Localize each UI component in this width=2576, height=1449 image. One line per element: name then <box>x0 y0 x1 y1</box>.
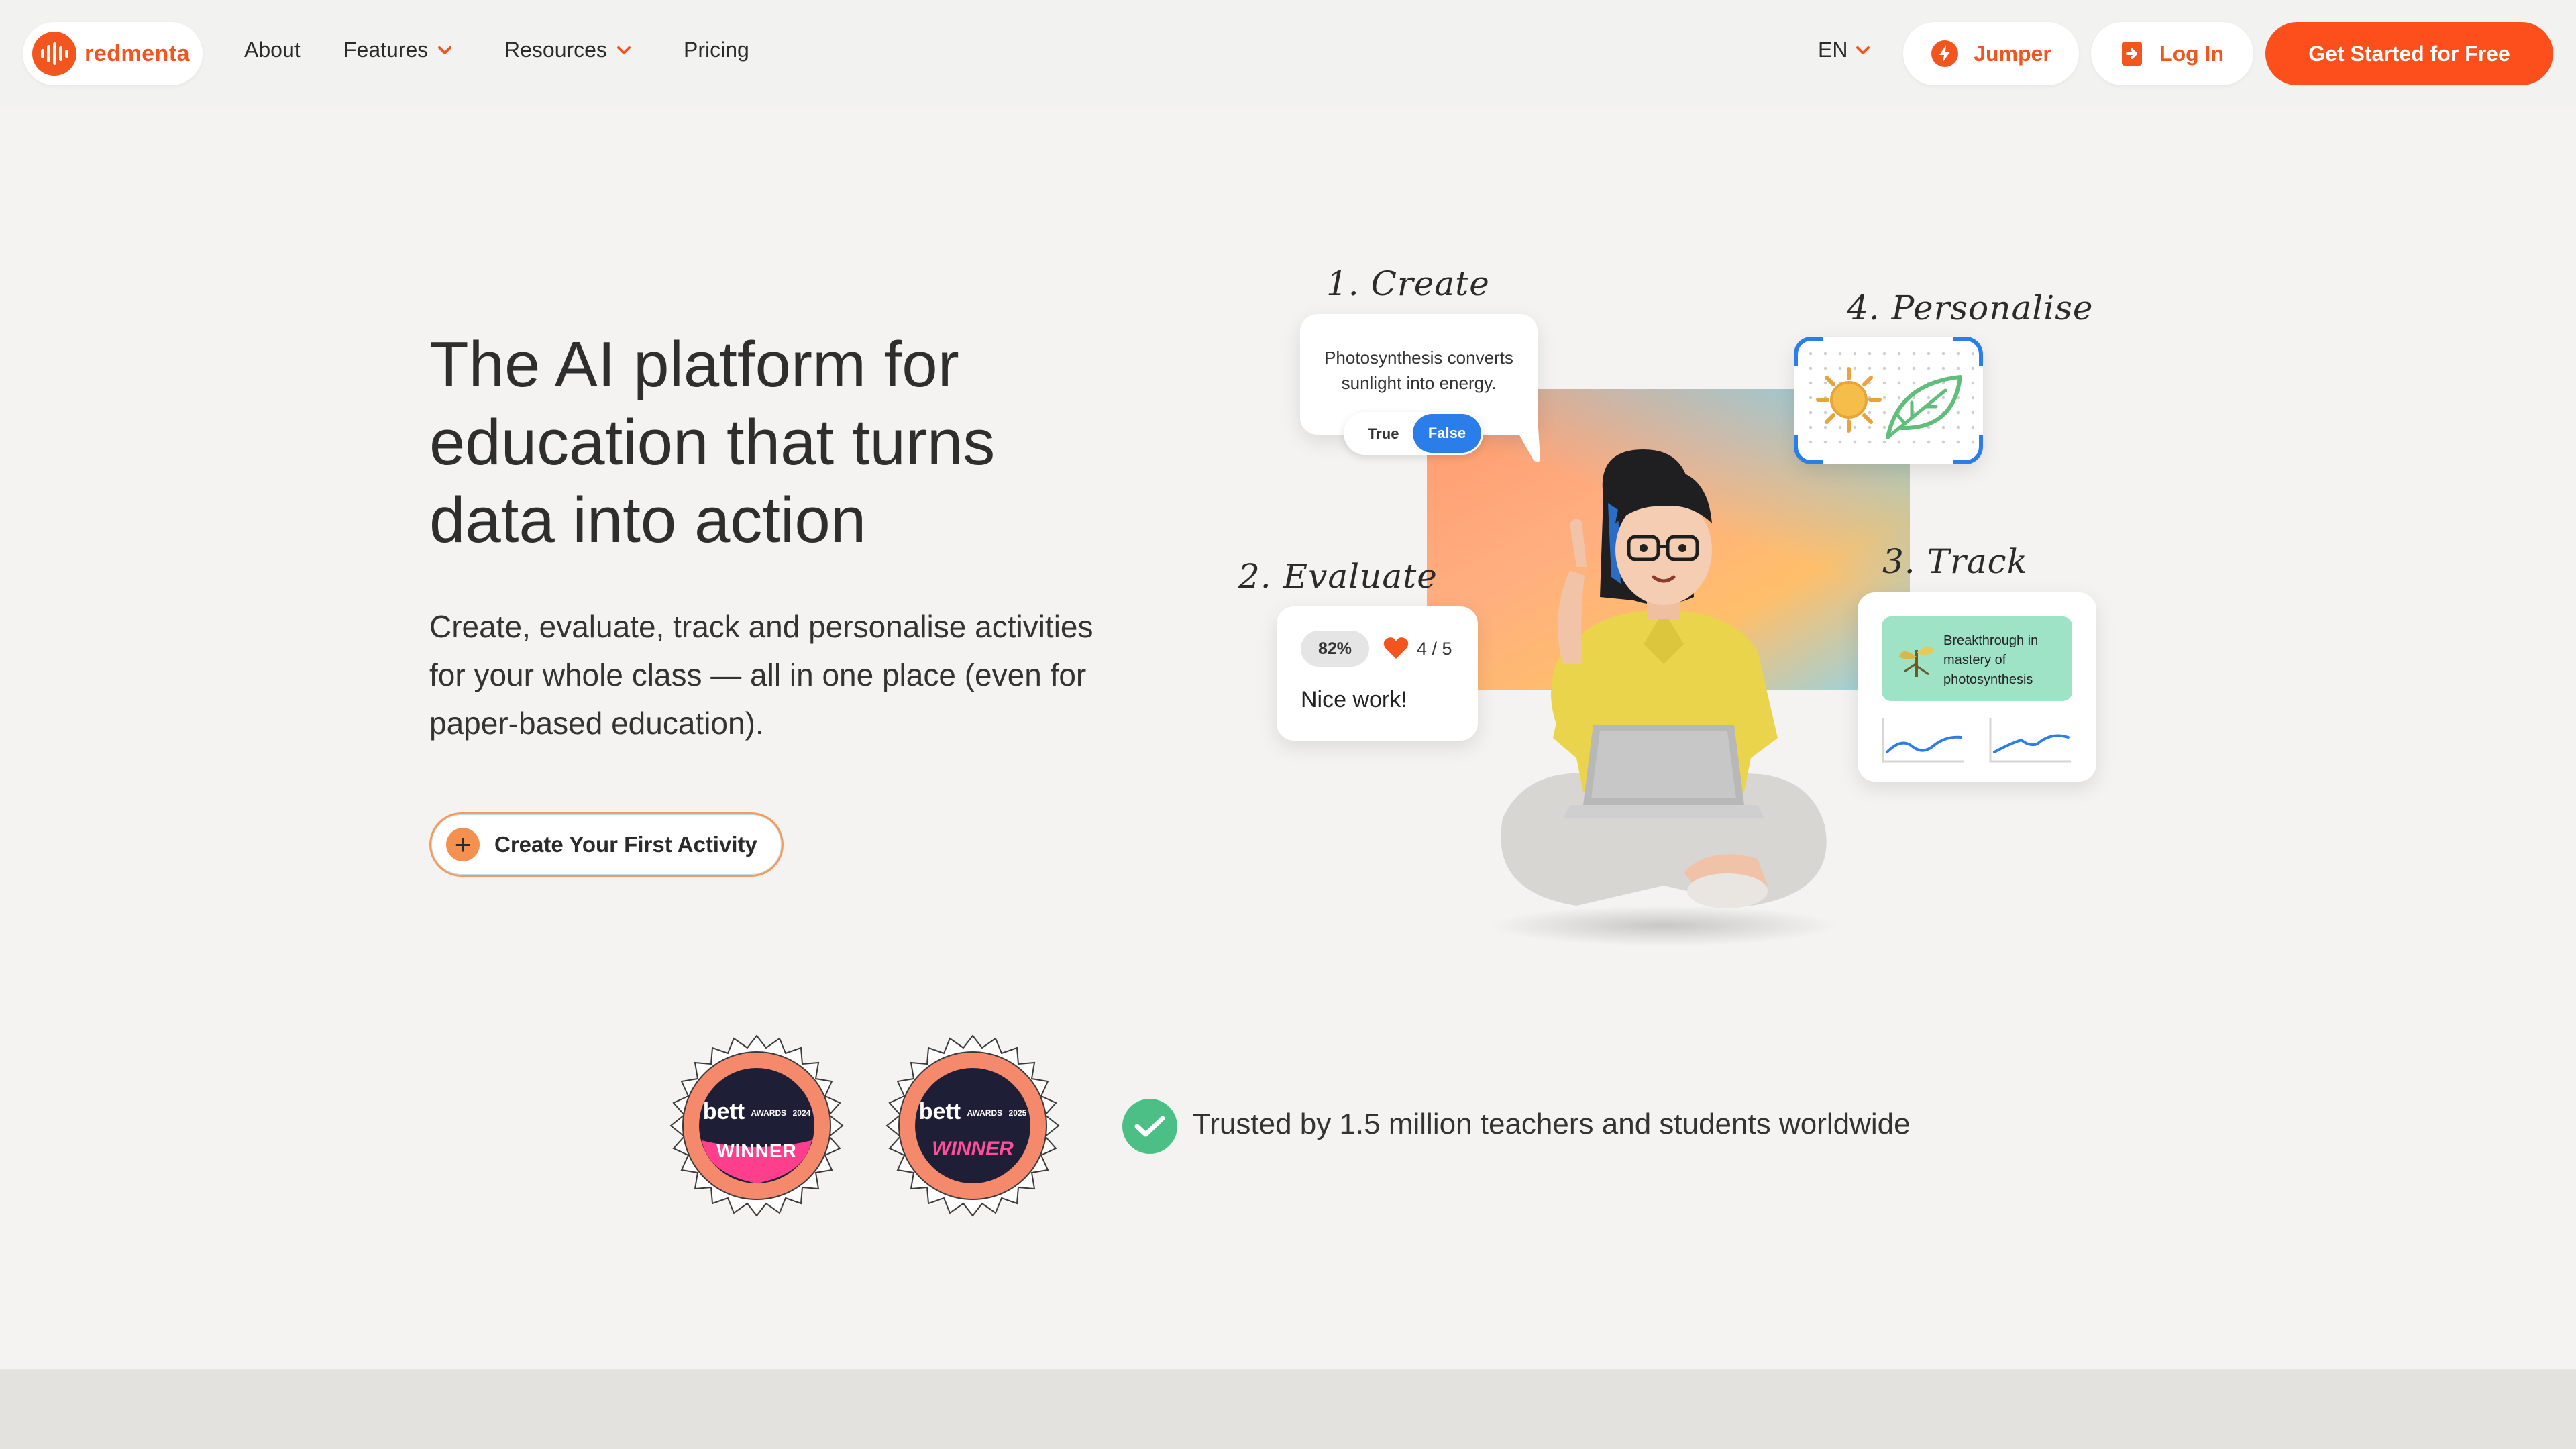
evaluate-card: 82% 4 / 5 Nice work! <box>1277 606 1478 741</box>
top-navigation: redmenta About Features Resources Pricin… <box>0 0 2576 107</box>
option-false-selected: False <box>1413 414 1481 453</box>
step-personalise-label: 4. Personalise <box>1847 288 2094 327</box>
language-selector[interactable]: EN <box>1818 38 1870 62</box>
hero-title: The AI platform for education that turns… <box>429 329 996 556</box>
lightning-icon <box>1931 40 1959 67</box>
award-seal-icon <box>885 1034 1060 1217</box>
trust-statement: Trusted by 1.5 million teachers and stud… <box>1193 1108 1911 1140</box>
selection-corner <box>1794 337 1823 366</box>
get-started-button[interactable]: Get Started for Free <box>2265 22 2553 85</box>
award-brand: bett AWARDS 2024 <box>702 1099 811 1124</box>
feedback-text: Nice work! <box>1301 687 1407 712</box>
nav-resources[interactable]: Resources <box>504 38 631 62</box>
login-button[interactable]: Log In <box>2091 22 2253 85</box>
logo-icon <box>32 32 76 76</box>
step-evaluate-label: 2. Evaluate <box>1238 557 1438 596</box>
plus-icon: + <box>446 828 480 861</box>
mastery-banner: Breakthrough in mastery of photosynthesi… <box>1882 616 2072 701</box>
progress-chart-icon <box>1882 718 1964 763</box>
score-percent-badge: 82% <box>1301 631 1369 667</box>
chevron-down-icon <box>438 46 452 54</box>
track-card: Breakthrough in mastery of photosynthesi… <box>1858 592 2096 782</box>
create-card-statement: Photosynthesis converts sunlight into en… <box>1324 347 1513 393</box>
create-first-activity-label: Create Your First Activity <box>494 832 757 857</box>
bett-award-2024-badge: bett AWARDS 2024 WINNER <box>664 1033 849 1218</box>
option-true: True <box>1368 425 1399 442</box>
check-circle-icon <box>1122 1099 1177 1154</box>
nav-resources-label: Resources <box>504 38 607 62</box>
login-icon <box>2122 42 2143 66</box>
nav-features[interactable]: Features <box>343 38 452 62</box>
step-track-label: 3. Track <box>1882 542 2028 581</box>
score-value: 4 / 5 <box>1417 639 1452 659</box>
leaf-icon <box>1886 375 1962 439</box>
jumper-label: Jumper <box>1974 41 2051 66</box>
mastery-banner-text: Breakthrough in mastery of photosynthesi… <box>1943 633 2039 687</box>
jumper-button[interactable]: Jumper <box>1903 22 2079 85</box>
nav-about[interactable]: About <box>244 38 301 62</box>
award-result: WINNER <box>932 1138 1014 1160</box>
selection-corner <box>1953 337 1983 366</box>
speech-tail-icon <box>1509 417 1540 462</box>
create-first-activity-button[interactable]: + Create Your First Activity <box>429 812 784 877</box>
nav-features-label: Features <box>343 38 429 62</box>
next-section-band <box>0 1368 2576 1449</box>
plant-cell-icon <box>1899 646 1934 677</box>
award-seal-icon <box>669 1034 844 1217</box>
language-label: EN <box>1818 38 1848 62</box>
personalise-card <box>1794 337 1983 464</box>
award-result: WINNER <box>716 1140 797 1161</box>
chevron-down-icon <box>616 46 631 54</box>
login-label: Log In <box>2159 41 2224 66</box>
chevron-down-icon <box>1856 46 1870 54</box>
award-brand: bett AWARDS 2025 <box>918 1099 1027 1124</box>
nav-pricing[interactable]: Pricing <box>684 38 749 62</box>
logo-text: redmenta <box>85 40 191 66</box>
progress-chart-icon <box>1989 718 2071 763</box>
true-false-toggle: True False <box>1344 412 1483 455</box>
nav-pricing-label: Pricing <box>684 38 749 62</box>
sun-icon <box>1816 367 1882 433</box>
logo-home-link[interactable]: redmenta <box>23 22 203 85</box>
bett-award-2025-badge: bett AWARDS 2025 WINNER <box>880 1033 1065 1218</box>
hero-subtitle: Create, evaluate, track and personalise … <box>429 609 1093 741</box>
step-create-label: 1. Create <box>1326 264 1490 303</box>
heart-icon <box>1383 637 1409 659</box>
nav-about-label: About <box>244 38 301 62</box>
student-illustration <box>1489 449 1838 946</box>
